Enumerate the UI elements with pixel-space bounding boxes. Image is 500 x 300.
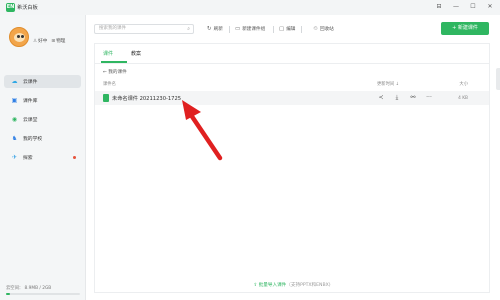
file-size: 4 KB (458, 95, 468, 101)
trash-icon: ♲ (313, 26, 318, 32)
user-info: ♙好中 ⊞物理 (33, 38, 65, 44)
sidebar-item-label: 云课堂 (23, 118, 38, 123)
notification-dot (73, 156, 76, 159)
recycle-label: 回收站 (319, 27, 334, 32)
new-courseware-button[interactable]: + 新建课件 (441, 22, 489, 35)
user-org: 物理 (56, 39, 66, 44)
tab-courseware[interactable]: 课件 (103, 47, 113, 61)
share-icon[interactable]: ≺ (377, 94, 385, 102)
edit-icon: ▢ (279, 26, 285, 32)
search-icon[interactable]: ⌕ (187, 25, 190, 33)
sidebar-item-label: 探索 (23, 156, 33, 161)
batch-import-hint: （支持PPTX和ENBX) (286, 283, 331, 288)
sidebar-item-4[interactable]: ✈ 探索 (4, 151, 81, 164)
row-actions: ≺ ⤓ ⚯ ··· (377, 94, 433, 102)
sidebar-item-label: 课件库 (23, 99, 38, 104)
more-icon[interactable]: ··· (425, 94, 433, 102)
sidebar-item-0[interactable]: ☁ 云课件 (4, 75, 81, 88)
table-row[interactable]: 未命名课件 20211230-1725 ≺ ⤓ ⚯ ··· 4 KB (95, 91, 489, 105)
user-name-field[interactable]: ♙好中 (33, 38, 47, 44)
user-name: 好中 (38, 39, 48, 44)
user-org-field[interactable]: ⊞物理 (51, 38, 65, 44)
sidebar-item-label: 我的学校 (23, 137, 43, 142)
sidebar: ♙好中 ⊞物理 ☁ 云课件 ▣ 课件库 ◉ 云课堂 ♞ 我的学校 ✈ 探索 云空间： 8.9MB … (0, 15, 86, 300)
batch-import-label: 批量导入课件 (258, 283, 287, 288)
search-placeholder: 搜索我的课件 (99, 26, 126, 31)
window-controls: ⊟ — ☐ ✕ (435, 3, 494, 11)
refresh-label: 刷新 (213, 27, 223, 32)
feedback-icon[interactable]: ⊟ (435, 3, 443, 11)
person-icon: ♙ (33, 39, 38, 44)
minimize-button[interactable]: — (452, 3, 460, 11)
storage-bar-fill (6, 293, 10, 295)
tab-bar: 课件 教案 (103, 47, 141, 61)
sidebar-item-3[interactable]: ♞ 我的学校 (4, 132, 81, 145)
column-header-updated[interactable]: 更新时间 ↓ (377, 81, 399, 87)
search-input[interactable]: 搜索我的课件 ⌕ (94, 24, 194, 34)
explore-icon: ✈ (11, 154, 18, 161)
batch-import-link[interactable]: ⇪ 批量导入课件（支持PPTX和ENBX) (95, 282, 489, 288)
tab-lesson-plan[interactable]: 教案 (131, 47, 141, 61)
side-panel-handle[interactable] (496, 68, 500, 90)
sidebar-item-label: 云课件 (23, 80, 38, 85)
maximize-button[interactable]: ☐ (469, 3, 477, 11)
toolbar-divider (301, 26, 302, 33)
close-button[interactable]: ✕ (486, 3, 494, 11)
table-header: 课件名 更新时间 ↓ 大小 (95, 79, 489, 89)
new-folder-label: 新建课件组 (242, 27, 266, 32)
title-bar: EN 希沃白板 ⊟ — ☐ ✕ (0, 0, 500, 15)
edit-label: 编辑 (286, 27, 296, 32)
toolbar-divider (273, 26, 274, 33)
storage-text: 云空间： 8.9MB / 2GB (6, 286, 52, 291)
toolbar-divider (229, 26, 230, 33)
sidebar-nav: ☁ 云课件 ▣ 课件库 ◉ 云课堂 ♞ 我的学校 ✈ 探索 (0, 75, 85, 170)
cloud-icon: ☁ (11, 78, 18, 85)
sidebar-item-1[interactable]: ▣ 课件库 (4, 94, 81, 107)
app-title: 希沃白板 (17, 5, 38, 11)
classroom-icon: ◉ (11, 116, 18, 123)
storage-bar (6, 293, 80, 295)
refresh-icon: ↻ (207, 26, 212, 32)
school-icon: ♞ (11, 135, 18, 142)
sidebar-item-2[interactable]: ◉ 云课堂 (4, 113, 81, 126)
file-name[interactable]: 未命名课件 20211230-1725 (112, 95, 181, 102)
content-panel: 课件 教案 ← 我的课件 课件名 更新时间 ↓ 大小 未命名课件 2021123… (94, 43, 490, 293)
app-logo: EN (6, 3, 15, 12)
refresh-button[interactable]: ↻ 刷新 (207, 26, 223, 32)
column-header-name: 课件名 (103, 82, 116, 87)
toolbar: 搜索我的课件 ⌕ ↻ 刷新 ▭ 新建课件组 ▢ 编辑 ♲ 回收站 + 新建课件 (86, 15, 500, 43)
link-icon[interactable]: ⚯ (409, 94, 417, 102)
grid-icon: ⊞ (51, 39, 56, 44)
folder-icon: ▭ (235, 26, 241, 32)
library-icon: ▣ (11, 97, 18, 104)
new-folder-button[interactable]: ▭ 新建课件组 (235, 26, 265, 32)
edit-button[interactable]: ▢ 编辑 (279, 26, 295, 32)
courseware-file-icon (103, 94, 109, 102)
recycle-bin-button[interactable]: ♲ 回收站 (313, 26, 334, 32)
avatar[interactable] (9, 27, 29, 47)
download-icon[interactable]: ⤓ (393, 94, 401, 102)
breadcrumb[interactable]: ← 我的课件 (103, 69, 127, 75)
tab-divider (95, 63, 489, 64)
avatar-eye (17, 35, 20, 38)
column-header-size: 大小 (459, 82, 468, 87)
avatar-eye (21, 35, 24, 38)
